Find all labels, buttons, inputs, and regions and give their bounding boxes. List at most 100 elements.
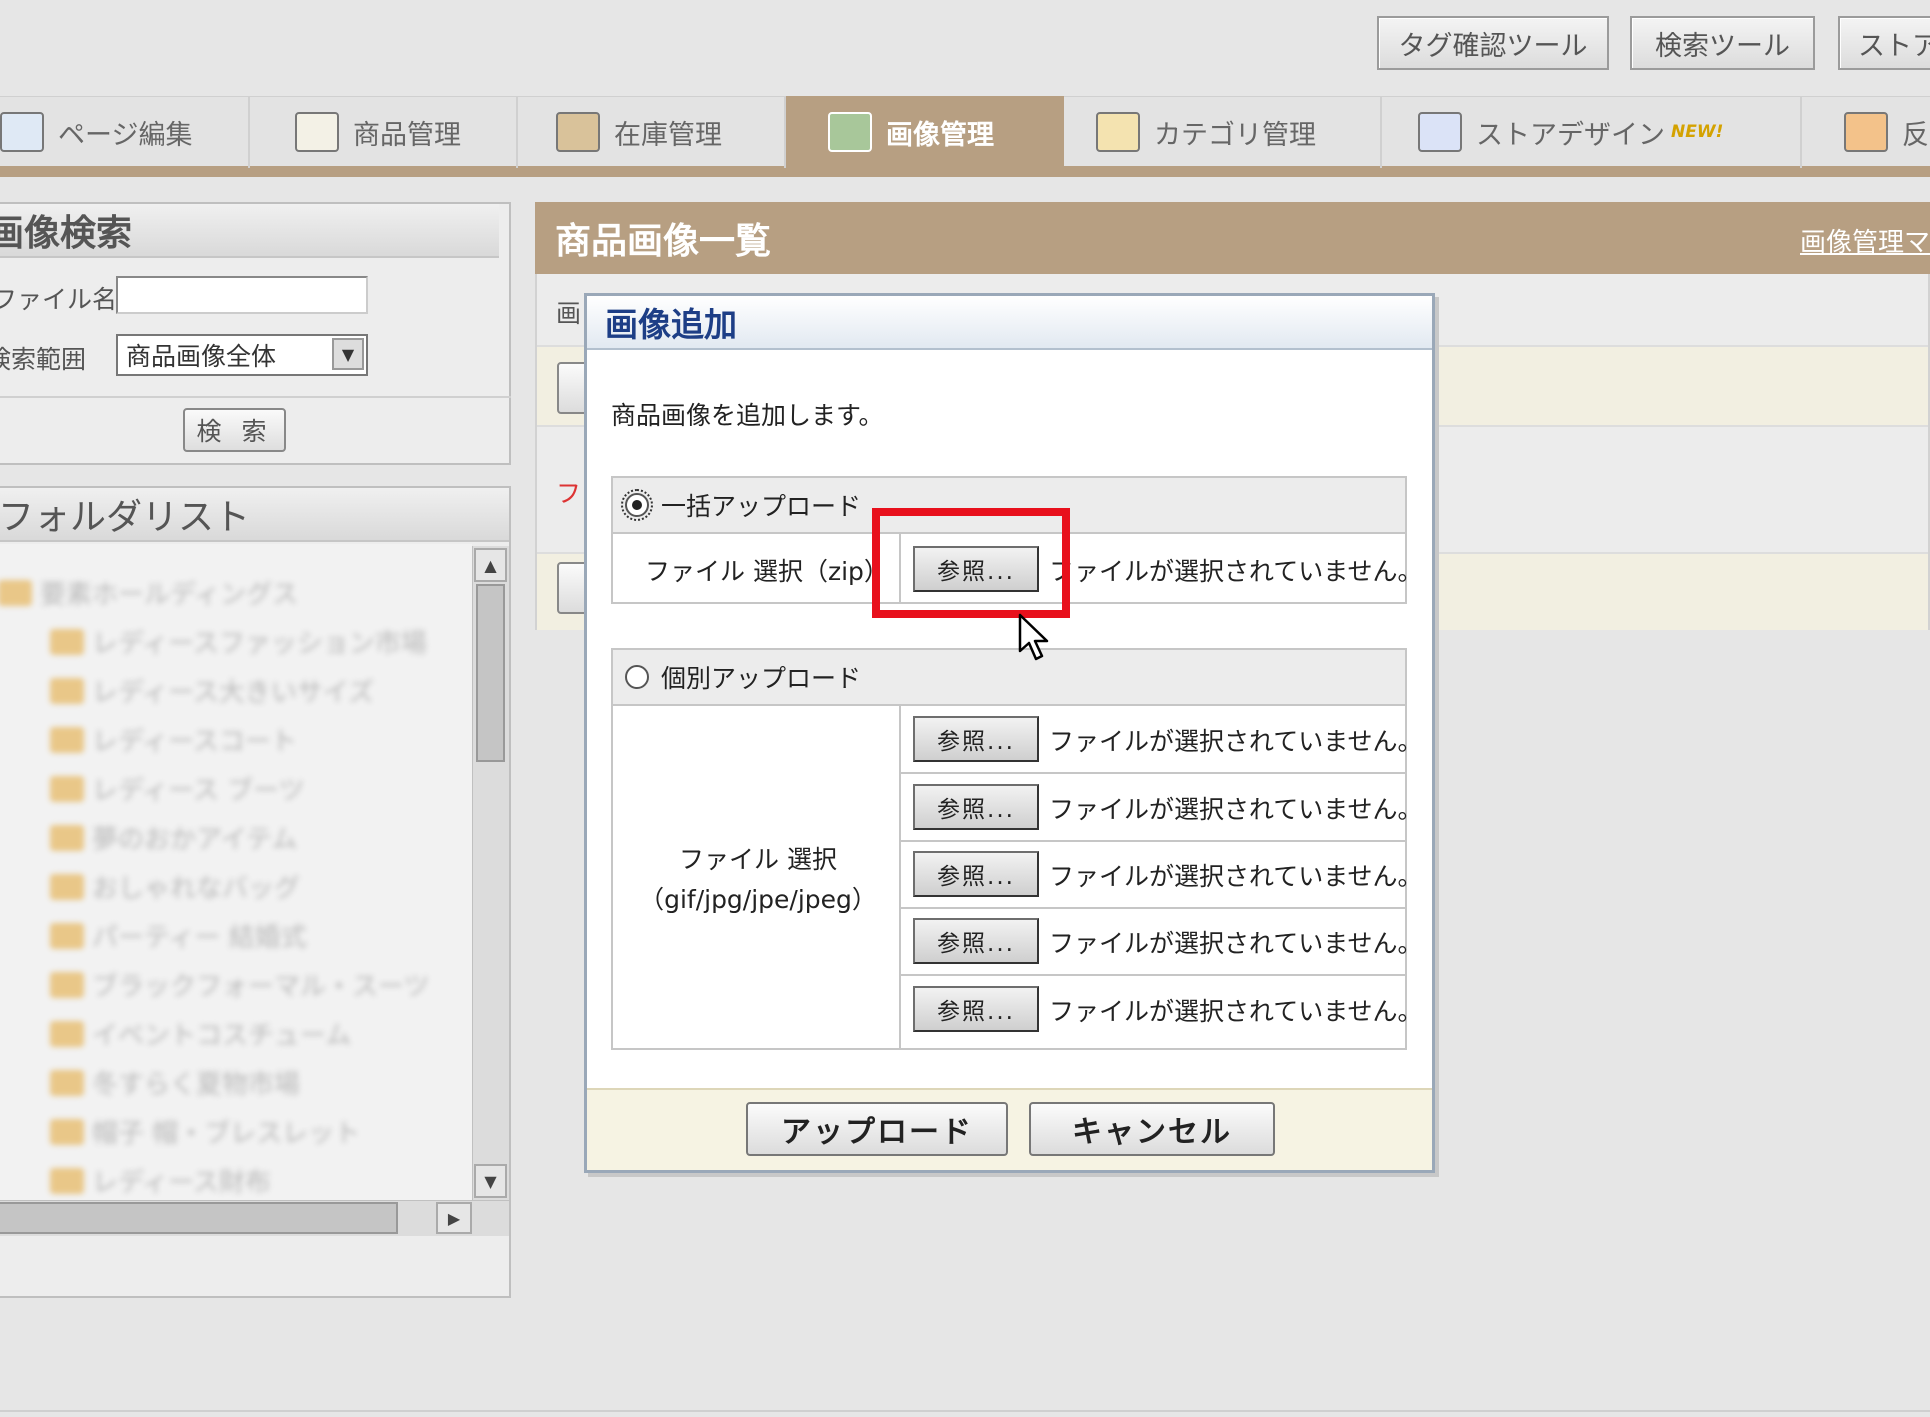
file-name-input[interactable]	[116, 276, 368, 314]
individual-browse-button-4[interactable]: 参照...	[913, 918, 1039, 964]
image-list-header: 商品画像一覧 画像管理マ	[535, 202, 1930, 274]
tab-label: 反	[1902, 119, 1929, 151]
scrollbar-thumb[interactable]	[476, 584, 505, 762]
folder-icon	[50, 873, 84, 900]
dialog-title: 画像追加	[587, 296, 1432, 350]
divider	[899, 706, 901, 1048]
mouse-pointer-icon	[1018, 613, 1049, 661]
individual-file-status-1: ファイルが選択されていません。	[1049, 727, 1423, 756]
image-icon	[828, 112, 872, 152]
individual-file-status-3: ファイルが選択されていません。	[1049, 862, 1423, 891]
tab-reflect[interactable]: 反	[1802, 96, 1930, 168]
tab-label: ページ編集	[58, 119, 193, 151]
tag-check-tool-button[interactable]: タグ確認ツール	[1377, 16, 1609, 70]
folder-item[interactable]: 冬すらく夏物市場	[50, 1064, 300, 1101]
folder-icon	[50, 775, 84, 802]
scroll-right-icon[interactable]: ▶	[436, 1202, 472, 1234]
image-add-dialog: 画像追加 商品画像を追加します。 一括アップロード ファイル 選択（zip） 参…	[584, 293, 1435, 1173]
list-label-partial: 画	[556, 299, 582, 328]
folder-item[interactable]: イベントコスチューム	[50, 1015, 351, 1052]
folder-item[interactable]: レディースファッション市場	[50, 623, 427, 660]
individual-file-status-4: ファイルが選択されていません。	[1049, 929, 1423, 958]
search-range-select[interactable]: 商品画像全体 ▼	[116, 334, 368, 376]
folder-item[interactable]: レディース財布	[50, 1162, 271, 1199]
tab-inventory-management[interactable]: 在庫管理	[518, 96, 786, 168]
page-bottom-rule	[0, 1410, 1930, 1412]
individual-file-label: ファイル 選択 （gif/jpg/jpe/jpeg）	[639, 845, 877, 914]
tab-label: 画像管理	[886, 119, 994, 151]
folder-icon	[50, 628, 84, 655]
calendar-grid-icon	[1418, 112, 1462, 152]
tab-label: 商品管理	[353, 119, 461, 151]
scroll-up-icon[interactable]: ▲	[474, 548, 507, 582]
upload-button[interactable]: アップロード	[746, 1102, 1008, 1156]
individual-upload-section: 個別アップロード ファイル 選択 （gif/jpg/jpe/jpeg） 参照..…	[611, 648, 1423, 1050]
folder-icon	[50, 1118, 84, 1145]
folder-icon	[50, 1020, 84, 1047]
folder-icon	[50, 971, 84, 998]
folder-tree: 要素ホールディングス レディースファッション市場 レディース大きいサイズ レディ…	[0, 544, 472, 1204]
list-notice-partial: フ	[556, 479, 582, 508]
individual-upload-label: 個別アップロード	[661, 664, 862, 693]
individual-browse-button-2[interactable]: 参照...	[913, 784, 1039, 830]
image-list-title: 商品画像一覧	[555, 221, 772, 262]
chevron-down-icon: ▼	[332, 338, 364, 370]
individual-browse-button-5[interactable]: 参照...	[913, 986, 1039, 1032]
divider	[0, 396, 511, 398]
store-button[interactable]: ストア	[1838, 16, 1930, 70]
clipboard-icon	[295, 112, 339, 152]
bulk-file-status: ファイルが選択されていません。	[1049, 557, 1423, 586]
search-button[interactable]: 検 索	[183, 408, 286, 452]
dialog-description: 商品画像を追加します。	[611, 401, 884, 430]
individual-upload-header[interactable]: 個別アップロード	[613, 650, 1405, 706]
tab-category-management[interactable]: カテゴリ管理	[1064, 96, 1382, 168]
folder-item[interactable]: ブラックフォーマル・スーツ	[50, 966, 429, 1003]
bulk-upload-radio[interactable]	[621, 489, 653, 521]
folder-item[interactable]: レディース ブーツ	[50, 770, 305, 807]
search-range-value: 商品画像全体	[126, 342, 277, 371]
hscrollbar-thumb[interactable]	[0, 1202, 398, 1234]
divider	[901, 974, 1405, 976]
image-manual-link[interactable]: 画像管理マ	[1800, 222, 1930, 259]
file-name-label: ファイル名	[0, 285, 118, 314]
tab-page-edit[interactable]: ページ編集	[0, 96, 250, 168]
cancel-button[interactable]: キャンセル	[1029, 1102, 1275, 1156]
individual-browse-button-3[interactable]: 参照...	[913, 851, 1039, 897]
folder-item[interactable]: 要素ホールディングス	[0, 574, 298, 611]
folder-item[interactable]: パーティー 結婚式	[50, 917, 307, 954]
individual-browse-button-1[interactable]: 参照...	[913, 716, 1039, 762]
category-tree-icon	[1096, 112, 1140, 152]
new-badge: NEW!	[1671, 122, 1724, 142]
tab-store-design[interactable]: ストアデザイン NEW!	[1382, 96, 1802, 168]
folder-item[interactable]: レディース大きいサイズ	[50, 672, 374, 709]
folder-item[interactable]: レディースコート	[50, 721, 297, 758]
bulk-upload-label: 一括アップロード	[661, 492, 862, 521]
folder-item[interactable]: 夢のおかアイテム	[50, 819, 297, 856]
upload-arrow-icon	[1844, 112, 1888, 152]
folder-icon	[50, 1069, 84, 1096]
tab-image-management[interactable]: 画像管理	[786, 96, 1064, 168]
individual-upload-radio[interactable]	[625, 665, 649, 689]
folder-item[interactable]: おしゃれなバッグ	[50, 868, 300, 905]
folder-list-title: フォルダリスト	[0, 488, 509, 542]
folder-icon	[50, 1167, 84, 1194]
image-search-title: 画像検索	[0, 204, 499, 258]
folder-icon	[50, 922, 84, 949]
folder-icon	[50, 726, 84, 753]
bulk-file-label: ファイル 選択（zip）	[645, 557, 889, 586]
tab-product-management[interactable]: 商品管理	[250, 96, 518, 168]
folder-item[interactable]: 帽子 帽・ブレスレット	[50, 1113, 360, 1150]
box-icon	[556, 112, 600, 152]
search-range-label: 検索範囲	[0, 345, 87, 374]
tab-label: 在庫管理	[614, 119, 722, 151]
scroll-down-icon[interactable]: ▼	[474, 1164, 507, 1198]
dialog-footer: アップロード キャンセル	[587, 1088, 1432, 1170]
individual-file-status-5: ファイルが選択されていません。	[1049, 997, 1423, 1026]
search-tool-button[interactable]: 検索ツール	[1630, 16, 1815, 70]
tab-label: ストアデザイン	[1476, 119, 1665, 151]
tab-label: カテゴリ管理	[1154, 119, 1316, 151]
individual-file-status-2: ファイルが選択されていません。	[1049, 795, 1423, 824]
divider	[901, 907, 1405, 909]
divider	[901, 840, 1405, 842]
divider	[901, 772, 1405, 774]
